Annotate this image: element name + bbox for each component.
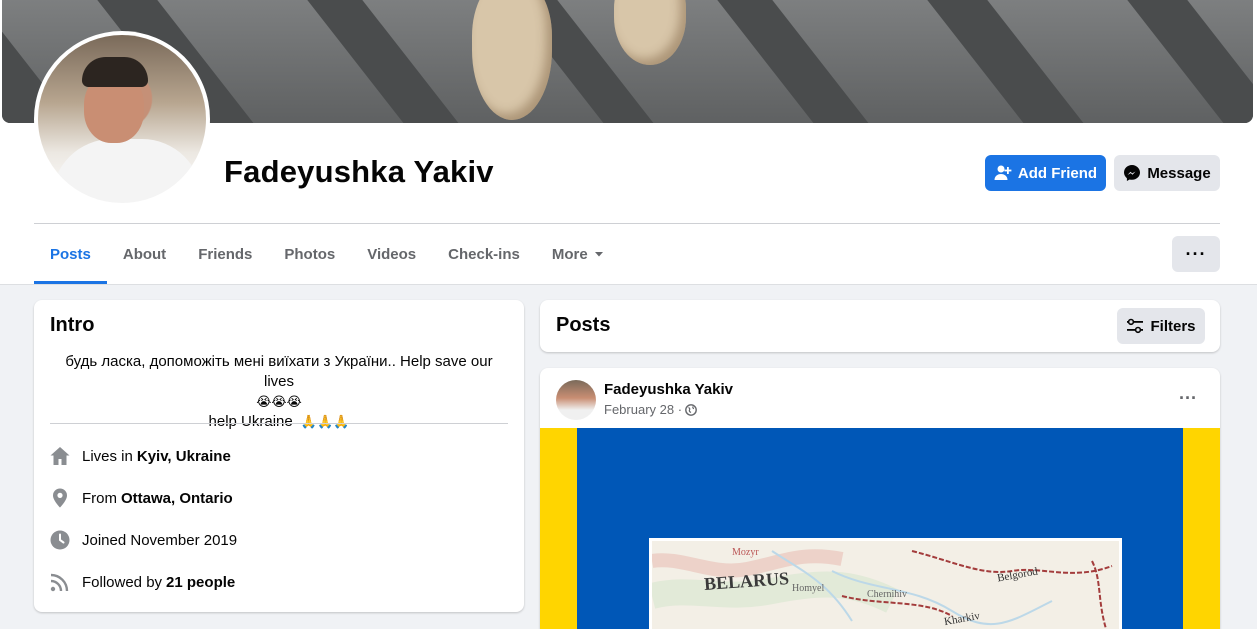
detail-prefix: Lives in xyxy=(82,447,133,465)
post-timestamp: February 28 · xyxy=(604,402,697,417)
intro-divider xyxy=(50,423,508,424)
bio-emojis-2: 🙏🙏🙏 xyxy=(300,414,350,429)
caret-down-icon xyxy=(594,252,603,257)
map-image: BELARUS Mozyr Homyel Chernihiv Belgorod … xyxy=(649,538,1122,629)
posts-title: Posts xyxy=(556,314,611,336)
more-dots-icon: ··· xyxy=(1179,387,1197,408)
profile-name: Fadeyushka Yakiv xyxy=(224,154,494,189)
add-friend-button[interactable]: Add Friend xyxy=(985,155,1106,191)
tab-label: Photos xyxy=(284,245,336,263)
filters-label: Filters xyxy=(1150,317,1196,335)
bio-line-1: будь ласка, допоможіть мені виїхати з Ук… xyxy=(65,353,493,390)
tab-about[interactable]: About xyxy=(107,224,182,284)
tab-label: About xyxy=(122,245,167,263)
map-label-chernihiv: Chernihiv xyxy=(867,589,907,600)
tab-friends[interactable]: Friends xyxy=(182,224,268,284)
post-date-text[interactable]: February 28 · xyxy=(604,402,682,417)
filters-button[interactable]: Filters xyxy=(1117,308,1205,344)
post-image[interactable]: BELARUS Mozyr Homyel Chernihiv Belgorod … xyxy=(540,428,1220,629)
tab-label: Friends xyxy=(198,245,253,263)
home-icon xyxy=(48,444,72,468)
rss-icon xyxy=(48,570,72,594)
post-more-options-button[interactable]: ··· xyxy=(1172,384,1204,412)
message-button[interactable]: Message xyxy=(1114,155,1220,191)
post-author-avatar[interactable] xyxy=(556,380,596,420)
posts-header-card: Posts Filters xyxy=(540,300,1220,352)
profile-picture[interactable] xyxy=(38,35,206,203)
messenger-icon xyxy=(1124,165,1141,181)
globe-icon xyxy=(685,403,697,416)
message-label: Message xyxy=(1147,164,1211,182)
detail-followers: Followed by 21 people xyxy=(48,570,235,594)
tab-more[interactable]: More xyxy=(536,224,622,284)
add-friend-label: Add Friend xyxy=(1017,164,1098,182)
bio-line-2-wrap: help Ukraine 🙏🙏🙏 xyxy=(50,412,508,432)
intro-bio: будь ласка, допоможіть мені виїхати з Ук… xyxy=(50,352,508,432)
detail-value-link[interactable]: Kyiv, Ukraine xyxy=(137,448,231,465)
tab-check-ins[interactable]: Check-ins xyxy=(432,224,536,284)
detail-lives-in: Lives in Kyiv, Ukraine xyxy=(48,444,231,468)
tab-label: Posts xyxy=(50,245,91,263)
detail-joined: Joined November 2019 xyxy=(48,528,237,552)
post-card: Fadeyushka Yakiv February 28 · ··· BELAR… xyxy=(540,368,1220,629)
detail-prefix: Followed by xyxy=(82,573,163,591)
tab-label: Check-ins xyxy=(448,245,520,263)
profile-more-options-button[interactable]: ··· xyxy=(1172,236,1220,272)
flag-yellow-stripe-right xyxy=(1183,428,1220,629)
map-label-mozyr: Mozyr xyxy=(732,547,759,558)
tab-label: Videos xyxy=(367,245,417,263)
tab-photos[interactable]: Photos xyxy=(268,224,351,284)
bio-line-2: help Ukraine xyxy=(208,413,293,430)
tab-posts[interactable]: Posts xyxy=(34,224,107,284)
more-dots-icon: ··· xyxy=(1185,243,1207,264)
detail-prefix: From xyxy=(82,489,117,507)
post-author-name[interactable]: Fadeyushka Yakiv xyxy=(604,381,733,398)
add-person-icon xyxy=(994,165,1012,180)
tab-label: More xyxy=(551,245,588,263)
bio-emojis: 😭😭😭 xyxy=(256,394,302,409)
map-label-homyel: Homyel xyxy=(792,583,825,594)
flag-yellow-stripe-left xyxy=(540,428,577,629)
intro-title: Intro xyxy=(50,314,95,336)
sliders-icon xyxy=(1127,318,1144,334)
location-pin-icon xyxy=(48,486,72,510)
detail-value-link[interactable]: 21 people xyxy=(166,574,235,591)
detail-from: From Ottawa, Ontario xyxy=(48,486,233,510)
intro-card: Intro будь ласка, допоможіть мені виїхат… xyxy=(34,300,524,612)
detail-value-link[interactable]: Ottawa, Ontario xyxy=(121,490,233,507)
profile-header: Fadeyushka Yakiv Add Friend Message Post… xyxy=(0,0,1257,285)
detail-text: Joined November 2019 xyxy=(82,531,238,549)
profile-tabs: Posts About Friends Photos Videos Check-… xyxy=(34,224,622,284)
tab-videos[interactable]: Videos xyxy=(351,224,432,284)
clock-icon xyxy=(48,528,72,552)
